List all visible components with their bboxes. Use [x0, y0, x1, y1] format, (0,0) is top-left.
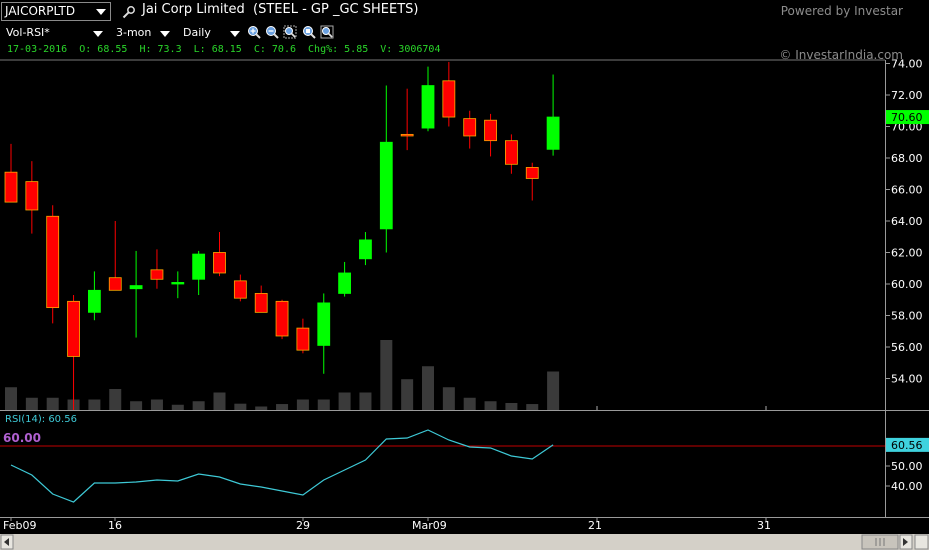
- rsi-tick-label: 50.00: [891, 460, 923, 473]
- volume-bar: [505, 403, 518, 410]
- candle-down: [150, 269, 164, 280]
- price-tick-label: 60.00: [891, 278, 923, 291]
- price-tick-label: 64.00: [891, 215, 923, 228]
- candle-down: [46, 215, 60, 309]
- time-tick-label: 16: [108, 519, 122, 532]
- time-tick-label: Mar09: [412, 519, 447, 532]
- candle-up: [546, 116, 560, 150]
- candle-down: [233, 280, 247, 299]
- volume-bar: [46, 397, 59, 410]
- horizontal-scrollbar[interactable]: [0, 534, 929, 550]
- candle-up: [317, 302, 331, 346]
- volume-bar: [463, 397, 476, 410]
- candle-up: [192, 253, 206, 280]
- volume-bar: [317, 399, 330, 410]
- rsi-title: RSI(14): 60.56: [5, 414, 77, 425]
- volume-bar-stub: [596, 406, 598, 410]
- rsi-last-label: 60.56: [891, 439, 923, 452]
- volume-bar: [296, 399, 309, 410]
- price-tick-label: 62.00: [891, 247, 923, 260]
- volume-bar-stub: [765, 406, 767, 410]
- rsi-tick-label: 40.00: [891, 480, 923, 493]
- volume-bar: [547, 371, 560, 410]
- candle-down: [504, 140, 518, 165]
- candle-down: [442, 80, 456, 118]
- volume-bar: [401, 379, 414, 410]
- candle-up: [338, 272, 352, 294]
- time-tick-label: 31: [757, 519, 771, 532]
- candle-down: [4, 171, 18, 203]
- volume-bar: [150, 399, 163, 410]
- volume-bar: [442, 387, 455, 410]
- candle-down: [67, 300, 80, 357]
- volume-bar: [422, 366, 434, 410]
- price-tick-label: 58.00: [891, 310, 923, 323]
- candle-down: [213, 252, 226, 274]
- volume-bar: [5, 387, 17, 410]
- candle-up: [359, 239, 372, 260]
- volume-bar: [192, 401, 205, 410]
- volume-bar: [25, 397, 38, 410]
- candle-down: [254, 293, 268, 313]
- candle-up: [421, 85, 435, 129]
- candle-down: [484, 119, 497, 142]
- time-tick-label: Feb09: [3, 519, 36, 532]
- candle-down: [400, 133, 414, 137]
- time-tick-label: 29: [296, 519, 310, 532]
- last-price-label: 70.60: [891, 111, 923, 124]
- candle-down: [296, 327, 310, 351]
- time-tick-label: 21: [588, 519, 602, 532]
- rsi-line: [10, 429, 554, 503]
- candle-up: [171, 282, 185, 285]
- price-tick-label: 74.00: [891, 58, 923, 71]
- scroll-end-button[interactable]: [914, 534, 929, 550]
- candle-down: [25, 181, 39, 211]
- price-tick-label: 66.00: [891, 184, 923, 197]
- price-tick-label: 54.00: [891, 373, 923, 386]
- candle-up: [379, 141, 393, 230]
- volume-bar: [213, 392, 226, 410]
- volume-bar: [130, 401, 143, 410]
- candle-up: [129, 285, 143, 290]
- candle-down: [525, 167, 539, 179]
- price-rsi-chart[interactable]: 54.00 56.00 58.00 60.00 62.00 64.00 66.00 68.00…: [0, 0, 929, 550]
- volume-bar: [171, 404, 184, 410]
- volume-bar: [255, 406, 268, 410]
- volume-bar: [338, 392, 351, 410]
- volume-bar: [276, 404, 289, 410]
- volume-bar: [109, 389, 122, 410]
- volume-bar: [88, 399, 101, 410]
- rsi-threshold-label: 60.00: [3, 431, 41, 445]
- volume-bar: [380, 340, 393, 410]
- candle-up: [88, 289, 101, 313]
- candle-down: [275, 300, 289, 337]
- price-tick-label: 56.00: [891, 341, 923, 354]
- price-tick-label: 68.00: [891, 152, 923, 165]
- candle-down: [108, 277, 122, 291]
- volume-bar: [359, 392, 372, 410]
- volume-bar: [234, 403, 247, 410]
- volume-bar: [526, 404, 539, 410]
- candle-down: [463, 118, 477, 137]
- volume-bar: [484, 401, 497, 410]
- price-tick-label: 72.00: [891, 89, 923, 102]
